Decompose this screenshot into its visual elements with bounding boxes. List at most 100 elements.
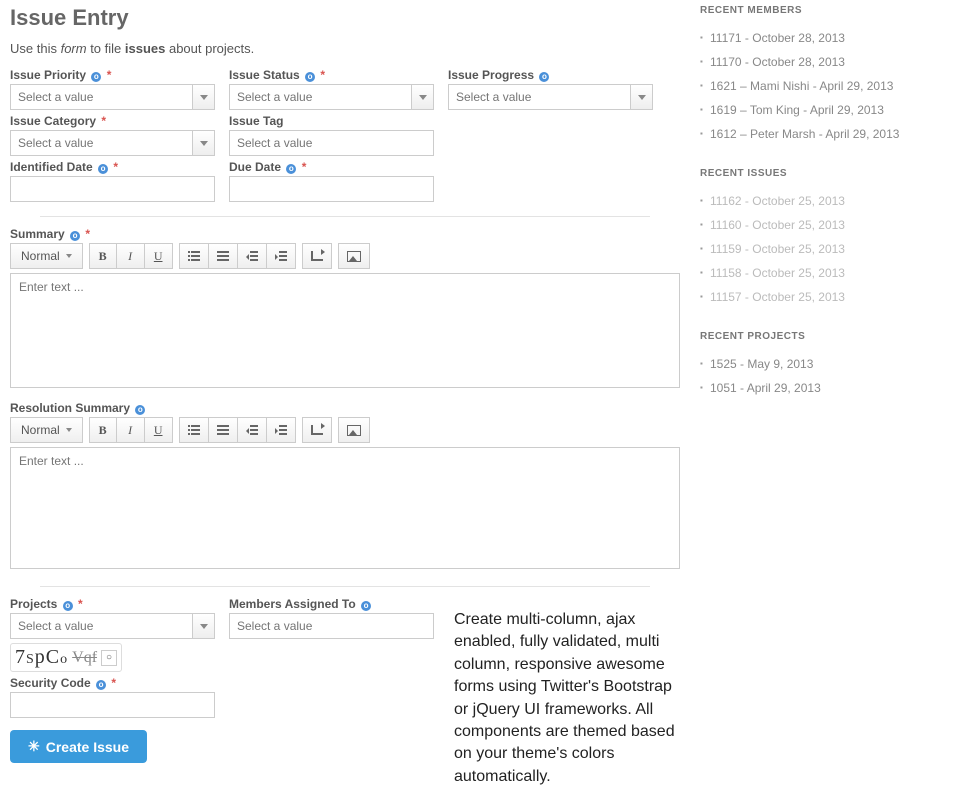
- indent-button[interactable]: [267, 417, 296, 443]
- list-item[interactable]: 1619 – Tom King - April 29, 2013: [700, 98, 950, 122]
- list-item[interactable]: 11162 - October 25, 2013: [700, 189, 950, 213]
- chevron-down-icon[interactable]: [631, 84, 653, 110]
- chevron-down-icon[interactable]: [193, 613, 215, 639]
- info-icon[interactable]: o: [91, 72, 101, 82]
- list-item[interactable]: 11158 - October 25, 2013: [700, 261, 950, 285]
- intro-strong: issues: [125, 41, 165, 56]
- info-icon[interactable]: o: [98, 164, 108, 174]
- list-item[interactable]: 11171 - October 28, 2013: [700, 26, 950, 50]
- list-item[interactable]: 11157 - October 25, 2013: [700, 285, 950, 309]
- recent-issues-heading: RECENT ISSUES: [700, 168, 950, 179]
- due-date-input[interactable]: [229, 176, 434, 202]
- outdent-button[interactable]: [238, 243, 267, 269]
- intro-mid: to file: [87, 41, 125, 56]
- indent-button[interactable]: [267, 243, 296, 269]
- captcha-image: 7SpCo Vqf ○: [10, 643, 122, 672]
- info-icon[interactable]: o: [305, 72, 315, 82]
- list-ul-icon: [188, 425, 200, 435]
- summary-editor[interactable]: [10, 273, 680, 388]
- create-issue-button[interactable]: ✳Create Issue: [10, 730, 147, 763]
- list-ul-button[interactable]: [179, 417, 209, 443]
- outdent-button[interactable]: [238, 417, 267, 443]
- list-item[interactable]: 1051 - April 29, 2013: [700, 376, 950, 400]
- image-button[interactable]: [338, 417, 370, 443]
- image-button[interactable]: [338, 243, 370, 269]
- security-label: Security Code o *: [10, 676, 440, 690]
- chevron-down-icon[interactable]: [412, 84, 434, 110]
- italic-button[interactable]: I: [117, 417, 145, 443]
- italic-button[interactable]: I: [117, 243, 145, 269]
- list-ul-icon: [188, 251, 200, 261]
- intro-em: form: [61, 41, 87, 56]
- status-label: Issue Status o *: [229, 68, 434, 82]
- chevron-down-icon[interactable]: [193, 84, 215, 110]
- summary-toolbar: Normal B I U: [10, 243, 680, 269]
- captcha-refresh-button[interactable]: ○: [101, 650, 117, 666]
- recent-projects-list: 1525 - May 9, 2013 1051 - April 29, 2013: [700, 352, 950, 400]
- bold-button[interactable]: B: [89, 417, 117, 443]
- format-normal-button[interactable]: Normal: [10, 417, 83, 443]
- progress-select[interactable]: [448, 84, 631, 110]
- indent-icon: [275, 251, 287, 261]
- list-ol-icon: [217, 425, 229, 435]
- identified-date-input[interactable]: [10, 176, 215, 202]
- priority-select[interactable]: [10, 84, 193, 110]
- security-code-input[interactable]: [10, 692, 215, 718]
- info-icon[interactable]: o: [96, 680, 106, 690]
- summary-label: Summary o *: [10, 227, 680, 241]
- members-input[interactable]: [229, 613, 434, 639]
- list-item[interactable]: 1525 - May 9, 2013: [700, 352, 950, 376]
- members-label: Members Assigned To o: [229, 597, 434, 611]
- progress-label: Issue Progress o: [448, 68, 653, 82]
- tag-input[interactable]: [229, 130, 434, 156]
- marketing-text: Create multi-column, ajax enabled, fully…: [454, 609, 680, 788]
- outdent-icon: [246, 425, 258, 435]
- projects-label: Projects o *: [10, 597, 215, 611]
- projects-select[interactable]: [10, 613, 193, 639]
- list-item[interactable]: 11159 - October 25, 2013: [700, 237, 950, 261]
- list-ol-button[interactable]: [209, 417, 238, 443]
- underline-button[interactable]: U: [145, 417, 173, 443]
- outdent-icon: [246, 251, 258, 261]
- intro-text: Use this form to file issues about proje…: [10, 41, 680, 56]
- info-icon[interactable]: o: [135, 405, 145, 415]
- info-icon[interactable]: o: [539, 72, 549, 82]
- list-item[interactable]: 1612 – Peter Marsh - April 29, 2013: [700, 122, 950, 146]
- bold-button[interactable]: B: [89, 243, 117, 269]
- tag-label: Issue Tag: [229, 114, 434, 128]
- list-item[interactable]: 1621 – Mami Nishi - April 29, 2013: [700, 74, 950, 98]
- resolution-editor[interactable]: [10, 447, 680, 569]
- required-icon: *: [107, 68, 112, 82]
- recent-members-heading: RECENT MEMBERS: [700, 5, 950, 16]
- resolution-toolbar: Normal B I U: [10, 417, 680, 443]
- link-button[interactable]: [302, 243, 332, 269]
- priority-label: Issue Priority o *: [10, 68, 215, 82]
- info-icon[interactable]: o: [63, 601, 73, 611]
- link-button[interactable]: [302, 417, 332, 443]
- recent-issues-list: 11162 - October 25, 2013 11160 - October…: [700, 189, 950, 309]
- page-title: Issue Entry: [10, 5, 680, 31]
- intro-post: about projects.: [165, 41, 254, 56]
- chevron-down-icon[interactable]: [193, 130, 215, 156]
- list-item[interactable]: 11170 - October 28, 2013: [700, 50, 950, 74]
- underline-button[interactable]: U: [145, 243, 173, 269]
- bug-icon: ✳: [28, 738, 40, 755]
- divider: [40, 586, 650, 587]
- info-icon[interactable]: o: [286, 164, 296, 174]
- list-ol-icon: [217, 251, 229, 261]
- link-icon: [311, 425, 323, 435]
- indent-icon: [275, 425, 287, 435]
- due-label: Due Date o *: [229, 160, 434, 174]
- status-select[interactable]: [229, 84, 412, 110]
- recent-projects-heading: RECENT PROJECTS: [700, 331, 950, 342]
- info-icon[interactable]: o: [70, 231, 80, 241]
- list-ol-button[interactable]: [209, 243, 238, 269]
- image-icon: [347, 251, 361, 262]
- format-normal-button[interactable]: Normal: [10, 243, 83, 269]
- recent-members-list: 11171 - October 28, 2013 11170 - October…: [700, 26, 950, 146]
- link-icon: [311, 251, 323, 261]
- list-item[interactable]: 11160 - October 25, 2013: [700, 213, 950, 237]
- category-select[interactable]: [10, 130, 193, 156]
- list-ul-button[interactable]: [179, 243, 209, 269]
- info-icon[interactable]: o: [361, 601, 371, 611]
